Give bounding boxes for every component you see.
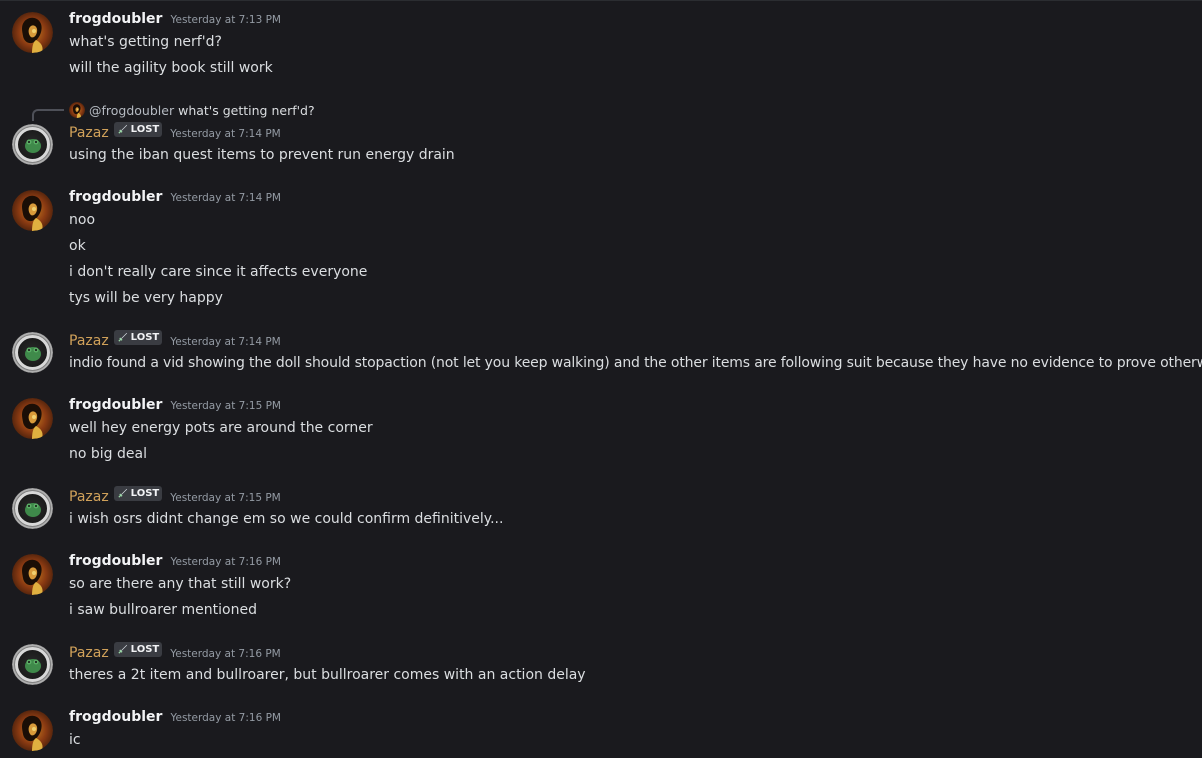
timestamp[interactable]: Yesterday at 7:15 PM	[170, 400, 281, 412]
timestamp[interactable]: Yesterday at 7:15 PM	[170, 492, 281, 504]
server-tag[interactable]: LOST	[113, 486, 163, 501]
message-header: Pazaz LOST Yesterday at 7:16 PM	[69, 642, 281, 664]
server-tag[interactable]: LOST	[113, 642, 163, 657]
message-header: frogdoubler Yesterday at 7:13 PM	[69, 11, 281, 31]
message-text: ic	[69, 732, 81, 748]
username[interactable]: frogdoubler	[69, 189, 162, 205]
username[interactable]: Pazaz	[69, 125, 109, 141]
message-header: frogdoubler Yesterday at 7:15 PM	[69, 397, 281, 417]
message-header: Pazaz LOST Yesterday at 7:14 PM	[69, 330, 281, 352]
username[interactable]: frogdoubler	[69, 553, 162, 569]
username[interactable]: Pazaz	[69, 489, 109, 505]
message-text: what's getting nerf'd?	[69, 34, 222, 50]
reply-reference[interactable]: @frogdoubler what's getting nerf'd?	[69, 102, 315, 118]
avatar[interactable]	[12, 124, 53, 165]
avatar[interactable]	[12, 554, 53, 595]
server-tag-label: LOST	[130, 488, 160, 499]
sword-icon	[117, 124, 128, 135]
timestamp[interactable]: Yesterday at 7:14 PM	[170, 128, 281, 140]
message-text: well hey energy pots are around the corn…	[69, 420, 373, 436]
avatar[interactable]	[12, 644, 53, 685]
avatar[interactable]	[12, 710, 53, 751]
timestamp[interactable]: Yesterday at 7:16 PM	[170, 648, 281, 660]
message-header: frogdoubler Yesterday at 7:16 PM	[69, 709, 281, 729]
username[interactable]: frogdoubler	[69, 709, 162, 725]
message-text: i saw bullroarer mentioned	[69, 602, 257, 618]
avatar[interactable]	[12, 332, 53, 373]
reply-text[interactable]: what's getting nerf'd?	[178, 103, 315, 118]
message-text: i wish osrs didnt change em so we could …	[69, 511, 504, 527]
username[interactable]: Pazaz	[69, 645, 109, 661]
message-header: frogdoubler Yesterday at 7:14 PM	[69, 189, 281, 209]
message-text: noo	[69, 212, 96, 228]
avatar[interactable]	[12, 488, 53, 529]
server-tag[interactable]: LOST	[113, 330, 163, 345]
timestamp[interactable]: Yesterday at 7:13 PM	[170, 14, 281, 26]
message-text: ok	[69, 238, 86, 254]
server-tag[interactable]: LOST	[113, 122, 163, 137]
message-header: frogdoubler Yesterday at 7:16 PM	[69, 553, 281, 573]
reply-avatar	[69, 102, 85, 118]
message-header: Pazaz LOST Yesterday at 7:15 PM	[69, 486, 281, 508]
timestamp[interactable]: Yesterday at 7:14 PM	[170, 192, 281, 204]
timestamp[interactable]: Yesterday at 7:14 PM	[170, 336, 281, 348]
message-text: will the agility book still work	[69, 60, 273, 76]
avatar[interactable]	[12, 12, 53, 53]
message-header: Pazaz LOST Yesterday at 7:14 PM	[69, 122, 281, 144]
username[interactable]: Pazaz	[69, 333, 109, 349]
message-text: so are there any that still work?	[69, 576, 292, 592]
reply-spine	[32, 109, 64, 121]
avatar[interactable]	[12, 398, 53, 439]
message-text: tys will be very happy	[69, 290, 223, 306]
username[interactable]: frogdoubler	[69, 11, 162, 27]
sword-icon	[117, 488, 128, 499]
timestamp[interactable]: Yesterday at 7:16 PM	[170, 712, 281, 724]
chat-message-list: frogdoubler Yesterday at 7:13 PM what's …	[0, 0, 1202, 758]
message-text: indio found a vid showing the doll shoul…	[69, 355, 1202, 371]
message-text: using the iban quest items to prevent ru…	[69, 147, 455, 163]
username[interactable]: frogdoubler	[69, 397, 162, 413]
sword-icon	[117, 332, 128, 343]
server-tag-label: LOST	[130, 644, 160, 655]
reply-username[interactable]: @frogdoubler	[89, 103, 174, 118]
message-text: no big deal	[69, 446, 147, 462]
message-text: i don't really care since it affects eve…	[69, 264, 368, 280]
server-tag-label: LOST	[130, 124, 160, 135]
timestamp[interactable]: Yesterday at 7:16 PM	[170, 556, 281, 568]
avatar[interactable]	[12, 190, 53, 231]
message-text: theres a 2t item and bullroarer, but bul…	[69, 667, 586, 683]
sword-icon	[117, 644, 128, 655]
server-tag-label: LOST	[130, 332, 160, 343]
